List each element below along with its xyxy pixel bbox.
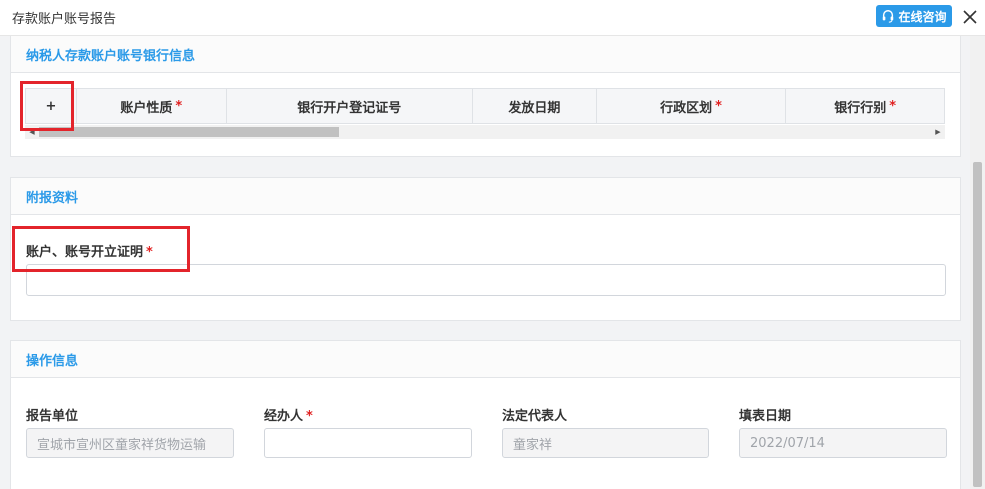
- vertical-scrollbar-thumb[interactable]: [973, 162, 982, 487]
- handler-input[interactable]: [264, 428, 472, 458]
- attachment-title: 附报资料: [11, 178, 960, 215]
- add-row-button[interactable]: +: [26, 89, 77, 123]
- column-header-bank-type: 银行行别 *: [834, 98, 897, 116]
- column-header-bank-license-no: 银行开户登记证号: [227, 89, 474, 123]
- title-bar: 存款账户账号报告 在线咨询: [0, 0, 985, 36]
- headset-icon: [883, 10, 894, 23]
- column-header-issue-date: 发放日期: [473, 89, 597, 123]
- column-header-account-type: 账户性质 *: [77, 89, 227, 123]
- arrow-left-icon[interactable]: ◀: [25, 125, 39, 139]
- scrollbar-thumb[interactable]: [39, 127, 339, 137]
- form-content: 纳税人存款账户账号银行信息 + 账户性质 * 银行开户登记证号 发放日期 行政区划…: [0, 36, 970, 489]
- close-icon: [963, 10, 977, 24]
- fill-date-label: 填表日期: [739, 409, 792, 424]
- table-horizontal-scrollbar[interactable]: ◀ ▶: [25, 125, 945, 139]
- report-unit-field: 宣城市宣州区童家祥货物运输: [26, 428, 234, 458]
- fill-date-field: 2022/07/14: [739, 428, 947, 458]
- plus-icon: +: [45, 98, 57, 114]
- bank-info-table-header: + 账户性质 * 银行开户登记证号 发放日期 行政区划 * 银行行别 *: [25, 88, 945, 124]
- report-unit-label: 报告单位: [26, 409, 79, 424]
- account-proof-upload-field[interactable]: [26, 264, 946, 296]
- handler-label: 经办人 *: [264, 409, 313, 424]
- column-header-admin-region: 行政区划 *: [597, 89, 787, 123]
- vertical-scrollbar[interactable]: [970, 36, 985, 489]
- attachment-panel: 附报资料 账户、账号开立证明 *: [10, 177, 961, 321]
- account-proof-label: 账户、账号开立证明 *: [26, 245, 153, 260]
- bank-info-panel: 纳税人存款账户账号银行信息 + 账户性质 * 银行开户登记证号 发放日期 行政区划…: [10, 36, 961, 157]
- legal-representative-field: 童家祥: [502, 428, 709, 458]
- bank-info-title: 纳税人存款账户账号银行信息: [11, 36, 960, 73]
- online-consult-label: 在线咨询: [898, 9, 947, 24]
- close-button[interactable]: [960, 7, 980, 27]
- online-consult-button[interactable]: 在线咨询: [876, 5, 952, 27]
- window-title: 存款账户账号报告: [12, 12, 117, 27]
- operation-info-title: 操作信息: [11, 341, 960, 378]
- legal-representative-label: 法定代表人: [502, 409, 568, 424]
- arrow-right-icon[interactable]: ▶: [931, 125, 945, 139]
- operation-info-panel: 操作信息 报告单位 宣城市宣州区童家祥货物运输 经办人 * 法定代表人 童家祥 填…: [10, 340, 961, 489]
